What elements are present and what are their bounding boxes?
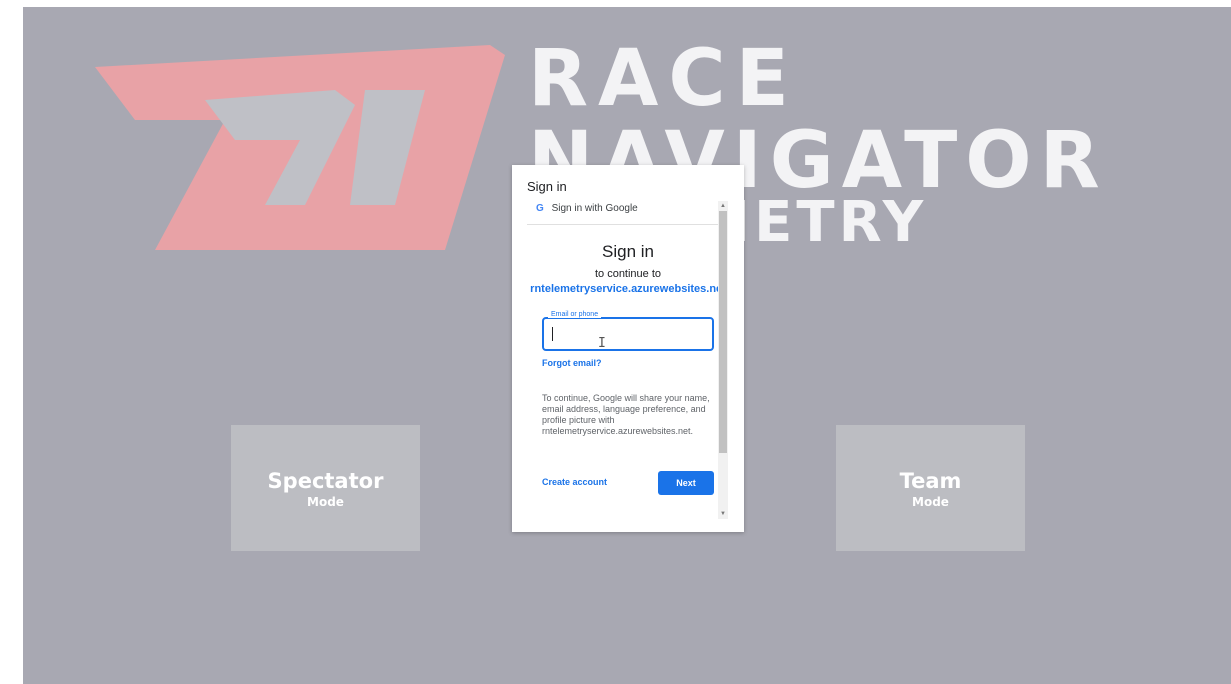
- dialog-actions: Create account Next: [542, 471, 714, 495]
- dialog-scrollbar[interactable]: ▲ ▼: [718, 201, 728, 519]
- team-mode-button[interactable]: Team Mode: [836, 425, 1025, 551]
- google-g-icon: G: [536, 203, 544, 214]
- ibeam-cursor-icon: I: [598, 336, 606, 351]
- email-input[interactable]: [549, 324, 703, 344]
- google-signin-bar: G Sign in with Google: [527, 203, 719, 225]
- signin-heading: Sign in: [602, 242, 654, 261]
- brand-title-race: RACE: [528, 34, 799, 124]
- text-caret: [552, 327, 553, 341]
- email-field-label: Email or phone: [548, 311, 602, 318]
- dialog-window-title: Sign in: [527, 179, 567, 194]
- site-link[interactable]: rntelemetryservice.azurewebsites.net: [527, 283, 729, 295]
- privacy-notice: To continue, Google will share your name…: [542, 393, 710, 436]
- create-account-link[interactable]: Create account: [542, 477, 607, 487]
- scroll-thumb[interactable]: [719, 211, 727, 453]
- continue-to-text: to continue to: [594, 268, 662, 280]
- next-button[interactable]: Next: [658, 471, 714, 495]
- spectator-mode-button[interactable]: Spectator Mode: [231, 425, 420, 551]
- scroll-up-arrow-icon[interactable]: ▲: [718, 201, 728, 211]
- email-field[interactable]: Email or phone I: [542, 311, 714, 351]
- spectator-mode-subtitle: Mode: [307, 495, 344, 509]
- scroll-down-arrow-icon[interactable]: ▼: [718, 509, 728, 519]
- team-mode-subtitle: Mode: [912, 495, 949, 509]
- google-signin-dialog: Sign in G Sign in with Google Sign in to…: [512, 165, 744, 532]
- forgot-email-link[interactable]: Forgot email?: [542, 358, 729, 368]
- spectator-mode-title: Spectator: [267, 469, 384, 493]
- signin-content: Sign in to continue to rntelemetryservic…: [527, 225, 729, 517]
- team-mode-title: Team: [899, 469, 962, 493]
- race-navigator-logo-mark: [95, 45, 505, 250]
- google-signin-bar-label: Sign in with Google: [551, 203, 638, 214]
